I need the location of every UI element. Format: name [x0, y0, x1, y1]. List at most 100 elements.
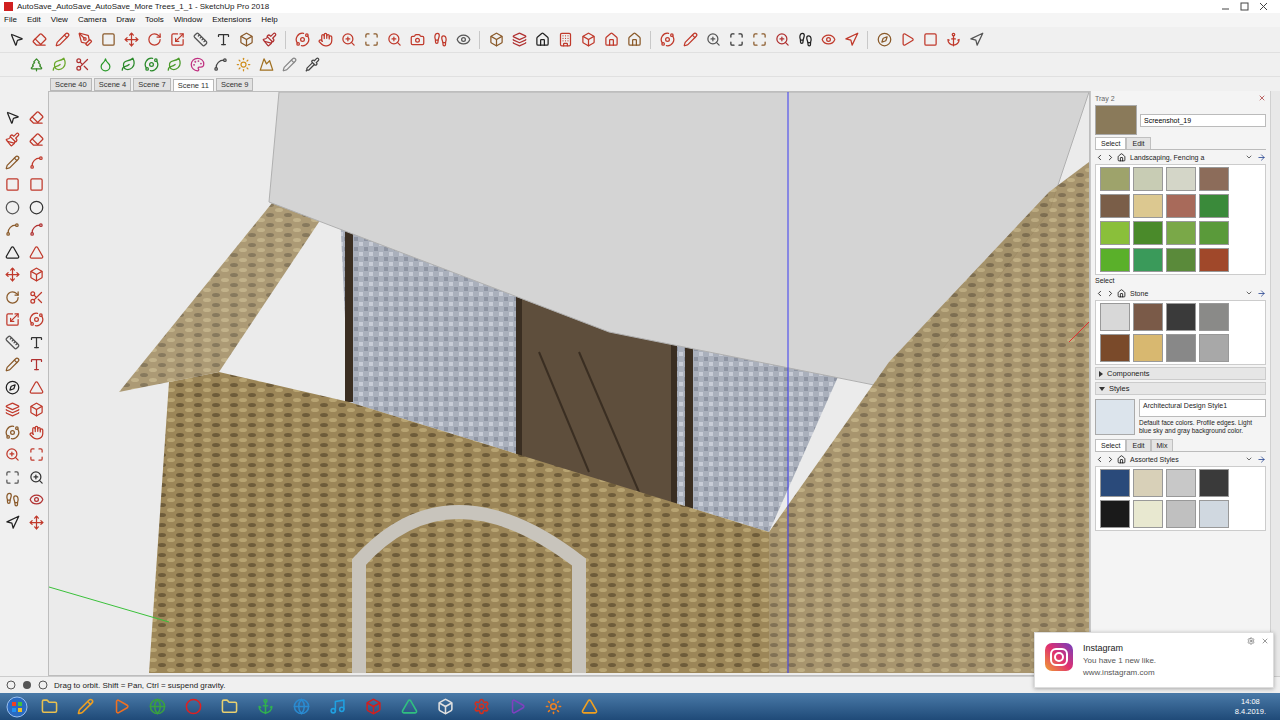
tool-button[interactable]	[2, 377, 22, 397]
tool-button[interactable]	[26, 422, 46, 442]
tool-button[interactable]	[72, 55, 92, 75]
tool-button[interactable]	[26, 287, 46, 307]
tool-button[interactable]	[920, 30, 940, 50]
style-thumbnail[interactable]	[1199, 469, 1229, 497]
menu-item[interactable]: File	[4, 14, 17, 26]
material-swatch[interactable]	[1199, 194, 1229, 218]
taskbar-app[interactable]	[466, 695, 496, 719]
details-icon[interactable]	[1257, 455, 1266, 464]
menu-item[interactable]: Draw	[116, 14, 135, 26]
tool-button[interactable]	[2, 265, 22, 285]
maximize-icon[interactable]	[1240, 2, 1249, 11]
tool-button[interactable]	[26, 400, 46, 420]
start-icon[interactable]	[6, 696, 28, 718]
tool-button[interactable]	[315, 30, 335, 50]
tool-button[interactable]	[726, 30, 746, 50]
material-swatch[interactable]	[1166, 194, 1196, 218]
tool-button[interactable]	[818, 30, 838, 50]
menu-item[interactable]: Window	[174, 14, 202, 26]
tool-button[interactable]	[26, 310, 46, 330]
clock[interactable]: 14:088.4.2019.	[1227, 697, 1274, 717]
tool-button[interactable]	[190, 30, 210, 50]
forward-icon[interactable]	[1106, 455, 1115, 464]
taskbar-app[interactable]	[538, 695, 568, 719]
material-swatch[interactable]	[1133, 303, 1163, 331]
material-swatch[interactable]	[1166, 248, 1196, 272]
tool-button[interactable]	[95, 55, 115, 75]
details-icon[interactable]	[1257, 289, 1266, 298]
style-thumbnail[interactable]	[1100, 500, 1130, 528]
scene-tab[interactable]: Scene 7	[133, 78, 171, 91]
tool-button[interactable]	[49, 55, 69, 75]
tool-button[interactable]	[144, 30, 164, 50]
tool-button[interactable]	[118, 55, 138, 75]
tool-button[interactable]	[795, 30, 815, 50]
tool-button[interactable]	[279, 55, 299, 75]
taskbar-app[interactable]	[430, 695, 460, 719]
material-swatch[interactable]	[1100, 303, 1130, 331]
tool-button[interactable]	[26, 55, 46, 75]
tool-button[interactable]	[6, 30, 26, 50]
tool-button[interactable]	[187, 55, 207, 75]
tool-button[interactable]	[2, 220, 22, 240]
tool-button[interactable]	[213, 30, 233, 50]
tool-button[interactable]	[259, 30, 279, 50]
material-swatch[interactable]	[1166, 221, 1196, 245]
tool-button[interactable]	[121, 30, 141, 50]
tool-button[interactable]	[624, 30, 644, 50]
tool-button[interactable]	[2, 287, 22, 307]
tool-button[interactable]	[98, 30, 118, 50]
tool-button[interactable]	[292, 30, 312, 50]
tool-button[interactable]	[26, 175, 46, 195]
material-swatch[interactable]	[1133, 334, 1163, 362]
tool-button[interactable]	[361, 30, 381, 50]
tool-button[interactable]	[29, 30, 49, 50]
tray-section-header[interactable]: Styles	[1095, 382, 1266, 395]
tool-button[interactable]	[26, 355, 46, 375]
user-icon[interactable]	[22, 680, 32, 690]
forward-icon[interactable]	[1106, 153, 1115, 162]
tool-button[interactable]	[2, 445, 22, 465]
menu-item[interactable]: Extensions	[212, 14, 251, 26]
material-swatch[interactable]	[1100, 334, 1130, 362]
tray-section-header[interactable]: Components	[1095, 367, 1266, 380]
tab[interactable]: Mix	[1151, 439, 1174, 451]
scene-tab[interactable]: Scene 11	[173, 79, 214, 91]
material-swatch[interactable]	[1166, 303, 1196, 331]
material-swatch[interactable]	[1199, 303, 1229, 331]
tool-button[interactable]	[26, 220, 46, 240]
tool-button[interactable]	[407, 30, 427, 50]
tool-button[interactable]	[233, 55, 253, 75]
tool-button[interactable]	[2, 130, 22, 150]
tool-button[interactable]	[26, 242, 46, 262]
tool-button[interactable]	[2, 512, 22, 532]
style-thumbnail[interactable]	[1166, 469, 1196, 497]
tool-button[interactable]	[338, 30, 358, 50]
tool-button[interactable]	[897, 30, 917, 50]
tool-button[interactable]	[2, 107, 22, 127]
style-thumbnail[interactable]	[1133, 500, 1163, 528]
tool-button[interactable]	[601, 30, 621, 50]
tool-button[interactable]	[2, 422, 22, 442]
back-icon[interactable]	[1095, 289, 1104, 298]
tab[interactable]: Edit	[1126, 439, 1150, 451]
tool-button[interactable]	[703, 30, 723, 50]
library-dropdown[interactable]: Stone	[1128, 288, 1255, 298]
menu-item[interactable]: Edit	[27, 14, 41, 26]
tool-button[interactable]	[26, 445, 46, 465]
tool-button[interactable]	[2, 400, 22, 420]
scene-tab[interactable]: Scene 4	[94, 78, 132, 91]
style-name-field[interactable]: Architectural Design Style1	[1139, 399, 1266, 417]
tool-button[interactable]	[256, 55, 276, 75]
tab[interactable]: Select	[1095, 137, 1126, 149]
tool-button[interactable]	[26, 152, 46, 172]
taskbar-app[interactable]	[106, 695, 136, 719]
style-thumbnail[interactable]	[1166, 500, 1196, 528]
tool-button[interactable]	[772, 30, 792, 50]
material-swatch[interactable]	[1199, 248, 1229, 272]
back-icon[interactable]	[1095, 153, 1104, 162]
material-swatch[interactable]	[1100, 194, 1130, 218]
tool-button[interactable]	[453, 30, 473, 50]
tool-button[interactable]	[966, 30, 986, 50]
tool-button[interactable]	[26, 377, 46, 397]
